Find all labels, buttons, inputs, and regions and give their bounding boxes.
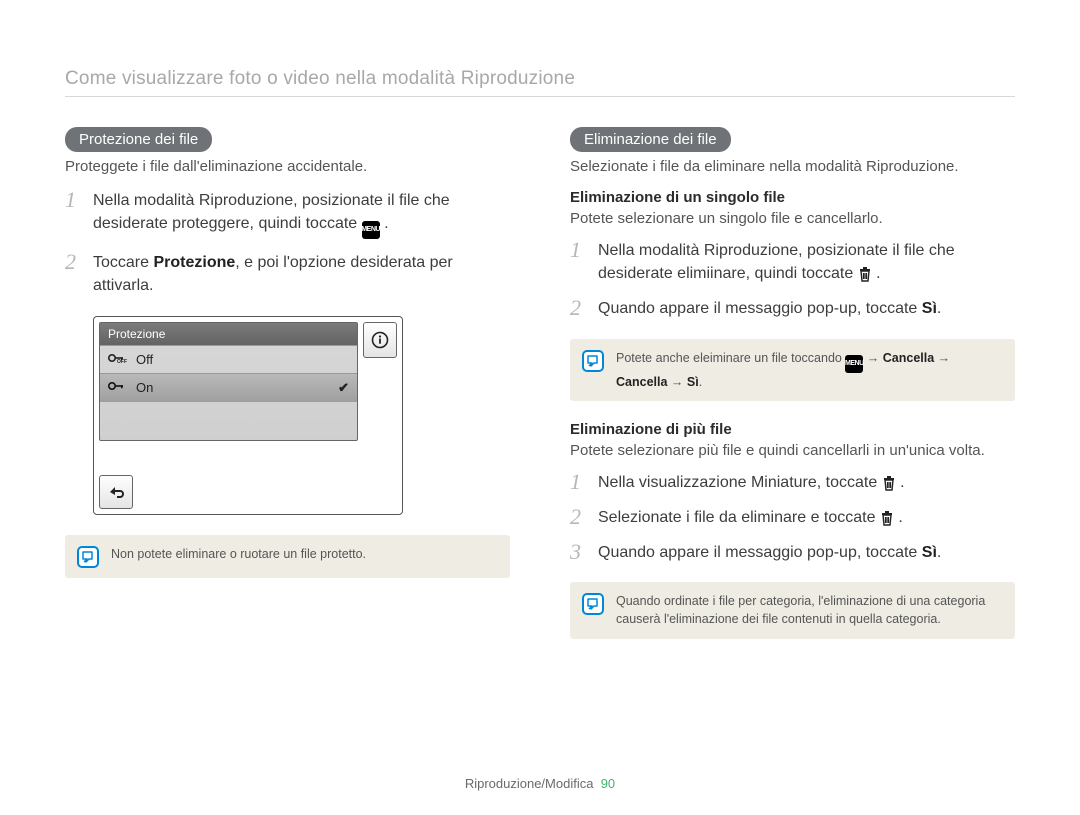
step-text: . (872, 265, 881, 282)
step-number: 2 (570, 506, 588, 529)
trash-icon (882, 475, 896, 491)
step-text: Nella modalità Riproduzione, posizionate… (598, 242, 955, 282)
note-text: Potete anche eleiminare un file toccando… (616, 349, 1003, 391)
footer-section: Riproduzione/Modifica (465, 776, 594, 791)
step-text: Selezionate i file da eliminare e toccat… (598, 509, 880, 526)
step-text: . (937, 544, 941, 561)
screenshot-protection: Protezione OFF Off On ✔ (93, 316, 403, 515)
note-box: Quando ordinate i file per categoria, l'… (570, 582, 1015, 638)
subtext-single: Potete selezionare un singolo file e can… (570, 210, 1015, 227)
menu-icon: MENU (362, 221, 380, 239)
note-text: Non potete eliminare o ruotare un file p… (111, 545, 366, 563)
step-text: Quando appare il messaggio pop-up, tocca… (598, 544, 922, 561)
column-right: Eliminazione dei file Selezionate i file… (570, 127, 1015, 659)
info-button[interactable] (363, 322, 397, 358)
step-text: Quando appare il messaggio pop-up, tocca… (598, 300, 922, 317)
step-number: 1 (65, 189, 83, 239)
trash-icon (880, 510, 894, 526)
note-fragment: → (667, 375, 686, 389)
step-number: 2 (570, 297, 588, 320)
note-box: Potete anche eleiminare un file toccando… (570, 339, 1015, 401)
step-1: 1 Nella visualizzazione Miniature, tocca… (570, 471, 1015, 494)
note-box: Non potete eliminare o ruotare un file p… (65, 535, 510, 578)
subheading-single: Eliminazione di un singolo file (570, 189, 1015, 206)
section-delete: Eliminazione dei file (570, 127, 731, 152)
key-icon (108, 380, 128, 395)
list-row-label: On (136, 380, 153, 395)
page-footer: Riproduzione/Modifica 90 (0, 776, 1080, 791)
footer-page-number: 90 (601, 776, 615, 791)
step-text-bold: Sì (922, 300, 937, 317)
step-3: 3 Quando appare il messaggio pop-up, toc… (570, 541, 1015, 564)
step-number: 1 (570, 471, 588, 494)
step-2: 2 Selezionate i file da eliminare e tocc… (570, 506, 1015, 529)
note-icon (582, 593, 604, 615)
trash-icon (858, 266, 872, 282)
page-title: Come visualizzare foto o video nella mod… (65, 68, 1015, 97)
screenshot-list: Protezione OFF Off On ✔ (99, 322, 358, 441)
step-number: 2 (65, 251, 83, 297)
intro-protection: Proteggete i file dall'eliminazione acci… (65, 158, 510, 175)
note-fragment: → (934, 351, 950, 365)
step-2: 2 Quando appare il messaggio pop-up, toc… (570, 297, 1015, 320)
menu-icon: MENU (845, 355, 863, 373)
back-button[interactable] (99, 475, 133, 509)
svg-text:OFF: OFF (117, 359, 127, 364)
step-text: . (380, 215, 389, 232)
list-row-label: Off (136, 352, 153, 367)
note-fragment: Cancella (616, 375, 667, 389)
column-left: Protezione dei file Proteggete i file da… (65, 127, 510, 659)
step-1: 1 Nella modalità Riproduzione, posiziona… (570, 239, 1015, 285)
step-text: Nella visualizzazione Miniature, toccate (598, 474, 882, 491)
note-fragment: Sì (687, 375, 699, 389)
step-number: 3 (570, 541, 588, 564)
step-text: . (894, 509, 903, 526)
note-fragment: Cancella (883, 351, 934, 365)
subheading-multi: Eliminazione di più file (570, 421, 1015, 438)
step-text: Toccare (93, 254, 153, 271)
note-fragment: . (699, 375, 702, 389)
key-off-icon: OFF (108, 352, 128, 367)
list-row-on[interactable]: On ✔ (100, 373, 357, 402)
step-text: . (896, 474, 905, 491)
note-icon (582, 350, 604, 372)
step-text: . (937, 300, 941, 317)
step-2: 2 Toccare Protezione, e poi l'opzione de… (65, 251, 510, 297)
check-icon: ✔ (338, 380, 349, 396)
subtext-multi: Potete selezionare più file e quindi can… (570, 442, 1015, 459)
step-1: 1 Nella modalità Riproduzione, posiziona… (65, 189, 510, 239)
note-text: Quando ordinate i file per categoria, l'… (616, 592, 1003, 628)
section-protection: Protezione dei file (65, 127, 212, 152)
intro-delete: Selezionate i file da eliminare nella mo… (570, 158, 1015, 175)
note-fragment: Potete anche eleiminare un file toccando (616, 351, 845, 365)
list-row-off[interactable]: OFF Off (100, 345, 357, 373)
step-text-bold: Protezione (153, 254, 235, 271)
step-number: 1 (570, 239, 588, 285)
note-fragment: → (863, 351, 882, 365)
screenshot-header: Protezione (100, 323, 357, 345)
step-text: Nella modalità Riproduzione, posizionate… (93, 192, 450, 232)
step-text-bold: Sì (922, 544, 937, 561)
note-icon (77, 546, 99, 568)
